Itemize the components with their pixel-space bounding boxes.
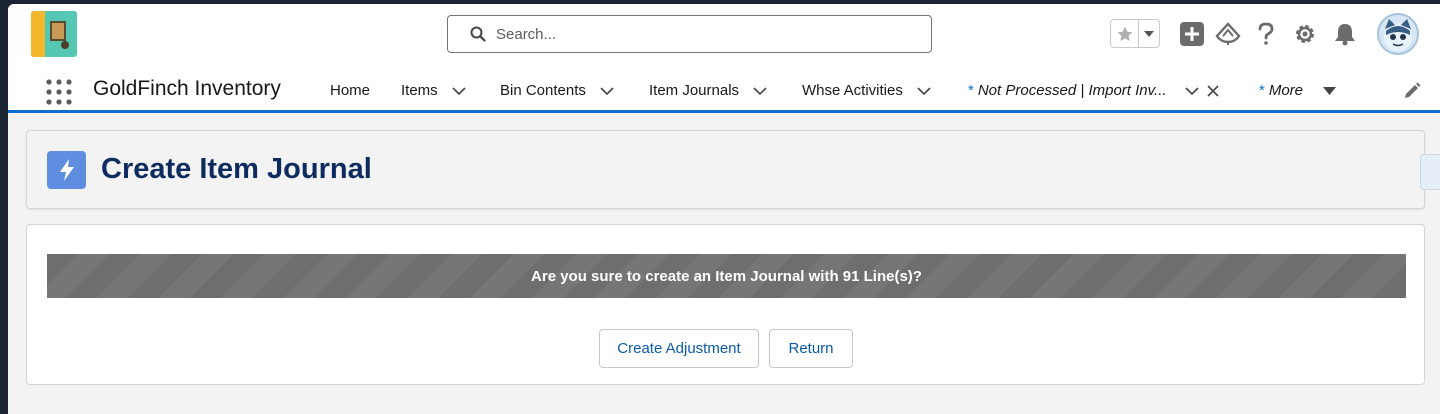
- nav-item-home[interactable]: Home: [330, 82, 370, 99]
- app-window: GoldFinch Inventory Home Items Bin Conte…: [8, 4, 1440, 414]
- close-icon[interactable]: [1206, 84, 1219, 97]
- add-icon[interactable]: [1178, 20, 1206, 48]
- star-icon[interactable]: [1111, 20, 1139, 47]
- nav-item-label: Not Processed | Import Inv...: [977, 82, 1167, 99]
- search-icon: [470, 26, 486, 42]
- nav-item-label: More: [1268, 82, 1304, 99]
- nav-item-bin-contents[interactable]: Bin Contents: [500, 82, 614, 99]
- confirmation-card: Are you sure to create an Item Journal w…: [26, 224, 1425, 385]
- page-title: Create Item Journal: [101, 153, 372, 185]
- chevron-down-icon[interactable]: [917, 86, 931, 95]
- nav-item-label: Home: [330, 82, 371, 99]
- app-navigation: GoldFinch Inventory Home Items Bin Conte…: [8, 68, 1440, 113]
- edit-nav-icon[interactable]: [1403, 82, 1421, 105]
- confirmation-message: Are you sure to create an Item Journal w…: [47, 254, 1406, 298]
- nav-item-more[interactable]: * More: [1259, 82, 1337, 99]
- chevron-down-icon[interactable]: [600, 86, 614, 95]
- global-search[interactable]: [447, 15, 932, 53]
- chevron-down-icon[interactable]: [753, 86, 767, 95]
- trailhead-icon[interactable]: [1214, 20, 1242, 48]
- page-header-card: Create Item Journal: [26, 130, 1425, 209]
- app-name: GoldFinch Inventory: [93, 77, 281, 100]
- favorites-control[interactable]: [1110, 19, 1160, 48]
- global-header: [8, 4, 1440, 68]
- create-adjustment-button[interactable]: Create Adjustment: [599, 329, 759, 368]
- user-avatar[interactable]: [1377, 13, 1419, 55]
- bell-icon[interactable]: [1331, 20, 1359, 48]
- nav-item-label: Whse Activities: [802, 82, 903, 99]
- nav-item-item-journals[interactable]: Item Journals: [649, 82, 767, 99]
- nav-item-label: Items: [401, 82, 438, 99]
- side-panel-toggle[interactable]: [1420, 154, 1440, 190]
- chevron-down-icon[interactable]: [1184, 86, 1199, 95]
- unsaved-marker: *: [1259, 82, 1265, 99]
- app-logo[interactable]: [31, 11, 77, 57]
- return-button[interactable]: Return: [769, 329, 853, 368]
- nav-item-whse-activities[interactable]: Whse Activities: [802, 82, 931, 99]
- unsaved-marker: *: [968, 82, 974, 99]
- nav-item-label: Bin Contents: [500, 82, 586, 99]
- nav-item-items[interactable]: Items: [401, 82, 466, 99]
- lightning-icon: [47, 151, 86, 189]
- app-launcher-icon[interactable]: [45, 78, 73, 106]
- chevron-down-icon[interactable]: [1139, 20, 1159, 47]
- nav-tab-not-processed[interactable]: * Not Processed | Import Inv...: [968, 82, 1219, 99]
- gear-icon[interactable]: [1291, 20, 1319, 48]
- search-input[interactable]: [496, 25, 896, 43]
- nav-item-label: Item Journals: [649, 82, 740, 99]
- chevron-down-icon[interactable]: [452, 86, 466, 95]
- caret-down-icon[interactable]: [1323, 86, 1337, 95]
- help-icon[interactable]: [1252, 20, 1280, 48]
